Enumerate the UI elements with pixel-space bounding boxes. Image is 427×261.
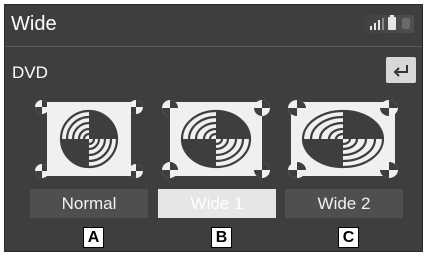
back-button[interactable] <box>386 57 416 83</box>
signal-icon <box>370 18 384 30</box>
callout-b-label: B <box>211 227 232 248</box>
wide-settings-screen: Wide DVD Normal Wide 1 Wide 2 A B C <box>4 4 423 252</box>
source-label: DVD <box>12 63 48 82</box>
header-divider <box>5 46 422 47</box>
status-bar <box>354 15 414 33</box>
normal-mode-button[interactable]: Normal <box>30 189 148 218</box>
back-arrow-icon <box>393 65 408 77</box>
callout-c-label: C <box>338 227 359 248</box>
wide1-mode-button[interactable]: Wide 1 <box>158 189 276 218</box>
page-title: Wide <box>11 13 57 35</box>
wide2-preview-image <box>287 98 399 180</box>
battery-icon <box>388 15 396 30</box>
callout-a-label: A <box>83 227 104 248</box>
status-icon <box>402 18 410 29</box>
normal-preview-image <box>33 98 145 180</box>
wide1-preview-image <box>160 98 272 180</box>
wide2-mode-button[interactable]: Wide 2 <box>285 189 403 218</box>
